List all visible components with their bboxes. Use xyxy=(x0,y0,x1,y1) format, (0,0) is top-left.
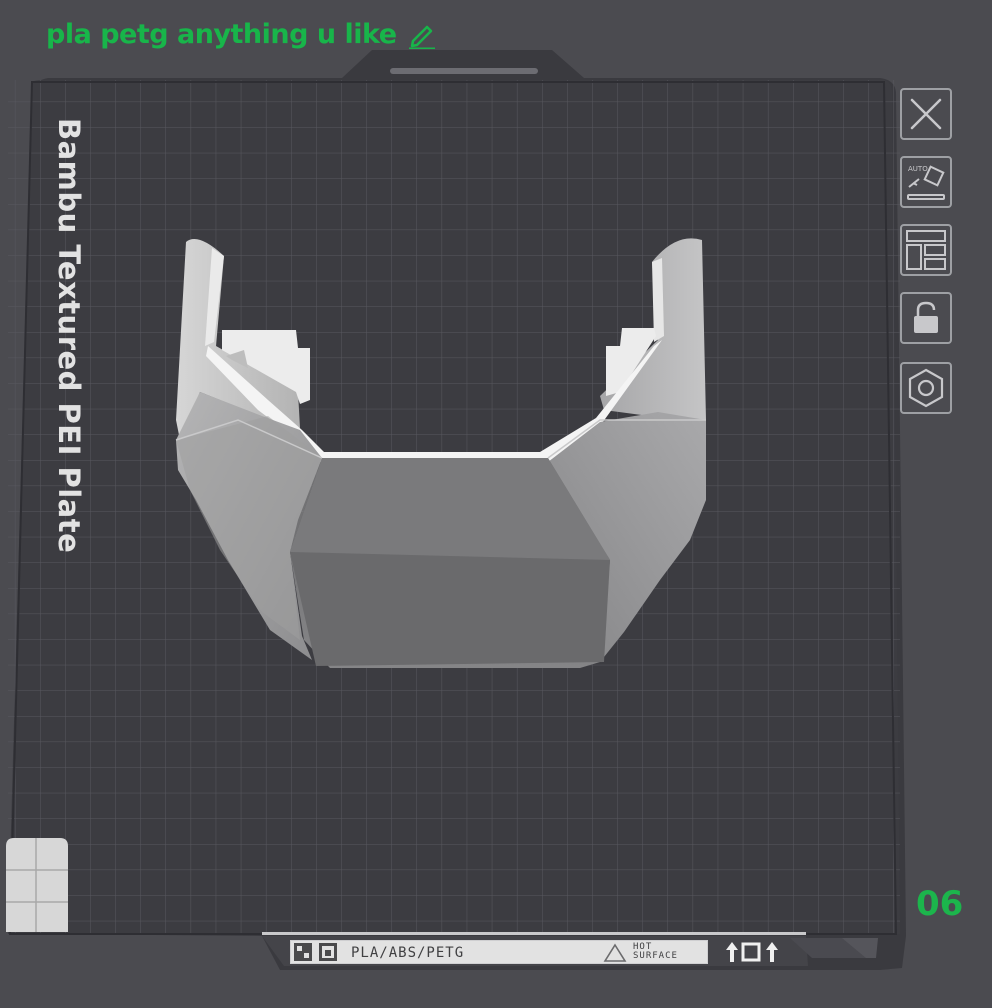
surface-text: SURFACE xyxy=(633,951,678,961)
plate-label-strip: PLA/ABS/PETG HOT SURFACE xyxy=(290,940,708,964)
plate-settings-button[interactable] xyxy=(900,362,952,414)
auto-label: AUTO xyxy=(908,165,928,173)
hex-nut-icon xyxy=(908,368,944,408)
origin-marker xyxy=(6,838,68,932)
close-icon xyxy=(910,98,942,130)
lock-icon xyxy=(914,301,938,333)
filament-types: PLA/ABS/PETG xyxy=(351,945,465,961)
plate-title[interactable]: pla petg anything u like xyxy=(46,14,437,54)
arrange-button[interactable] xyxy=(900,224,952,276)
close-button[interactable] xyxy=(900,88,952,140)
hot-surface-warning: HOT SURFACE xyxy=(633,943,678,961)
auto-orient-button[interactable]: AUTO xyxy=(900,156,952,208)
build-plate-scene xyxy=(6,50,906,970)
orientation-icons xyxy=(726,942,778,962)
warning-icon xyxy=(603,943,627,962)
qr-code-icon xyxy=(294,943,337,961)
plate-number: 06 xyxy=(916,884,964,924)
auto-orient-icon: AUTO xyxy=(907,165,945,200)
lock-button[interactable] xyxy=(900,292,952,344)
arrange-icon xyxy=(906,230,946,270)
plate-title-text: pla petg anything u like xyxy=(46,18,397,50)
pencil-icon[interactable] xyxy=(407,19,437,49)
plate-type-text: Bambu Textured PEI Plate xyxy=(52,118,86,554)
